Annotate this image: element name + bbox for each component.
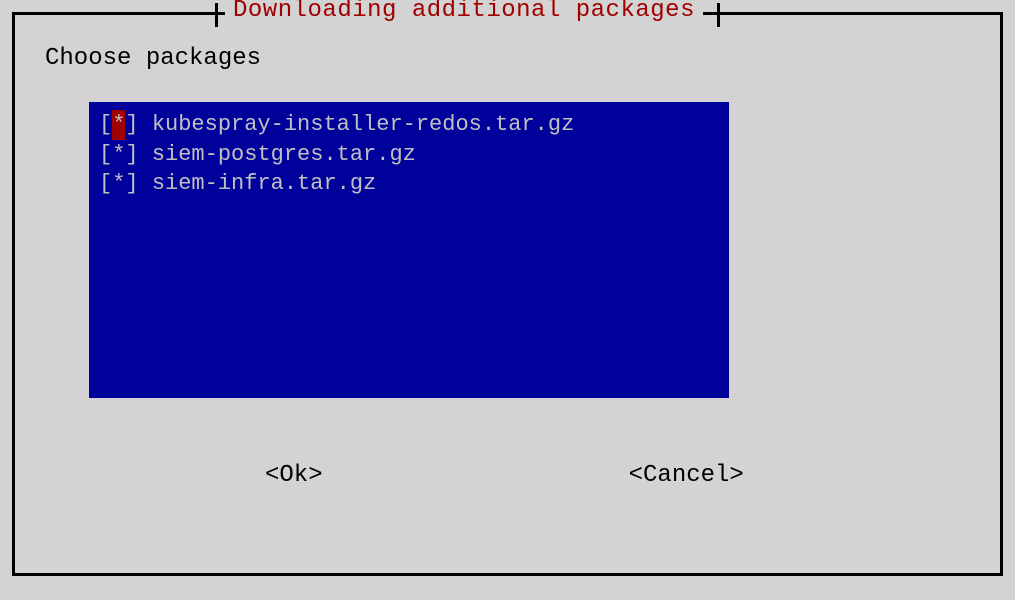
list-item-label: siem-postgres.tar.gz xyxy=(152,142,416,167)
dialog-title: Downloading additional packages xyxy=(225,0,703,24)
list-item-label: kubespray-installer-redos.tar.gz xyxy=(152,112,574,137)
list-item[interactable]: [*] siem-infra.tar.gz xyxy=(99,169,719,199)
cancel-button[interactable]: <Cancel> xyxy=(629,462,744,489)
title-bracket-right xyxy=(717,3,720,27)
checkbox-open: [ xyxy=(99,112,112,137)
checkbox-close: ] xyxy=(125,112,151,137)
checkbox-mark: * xyxy=(112,110,125,140)
checkbox-open: [ xyxy=(99,142,112,167)
checkbox-mark: * xyxy=(112,140,125,170)
checkbox-close: ] xyxy=(125,171,151,196)
checkbox-mark: * xyxy=(112,169,125,199)
list-item[interactable]: [*] kubespray-installer-redos.tar.gz xyxy=(99,110,719,140)
button-bar: <Ok> <Cancel> xyxy=(35,462,980,489)
package-checklist[interactable]: [*] kubespray-installer-redos.tar.gz [*]… xyxy=(89,102,729,398)
checkbox-close: ] xyxy=(125,142,151,167)
title-bracket-left xyxy=(215,3,218,27)
ok-button[interactable]: <Ok> xyxy=(265,462,629,489)
list-item-label: siem-infra.tar.gz xyxy=(152,171,376,196)
dialog-box: Downloading additional packages Choose p… xyxy=(12,12,1003,576)
prompt-label: Choose packages xyxy=(45,45,980,72)
list-item[interactable]: [*] siem-postgres.tar.gz xyxy=(99,140,719,170)
checkbox-open: [ xyxy=(99,171,112,196)
